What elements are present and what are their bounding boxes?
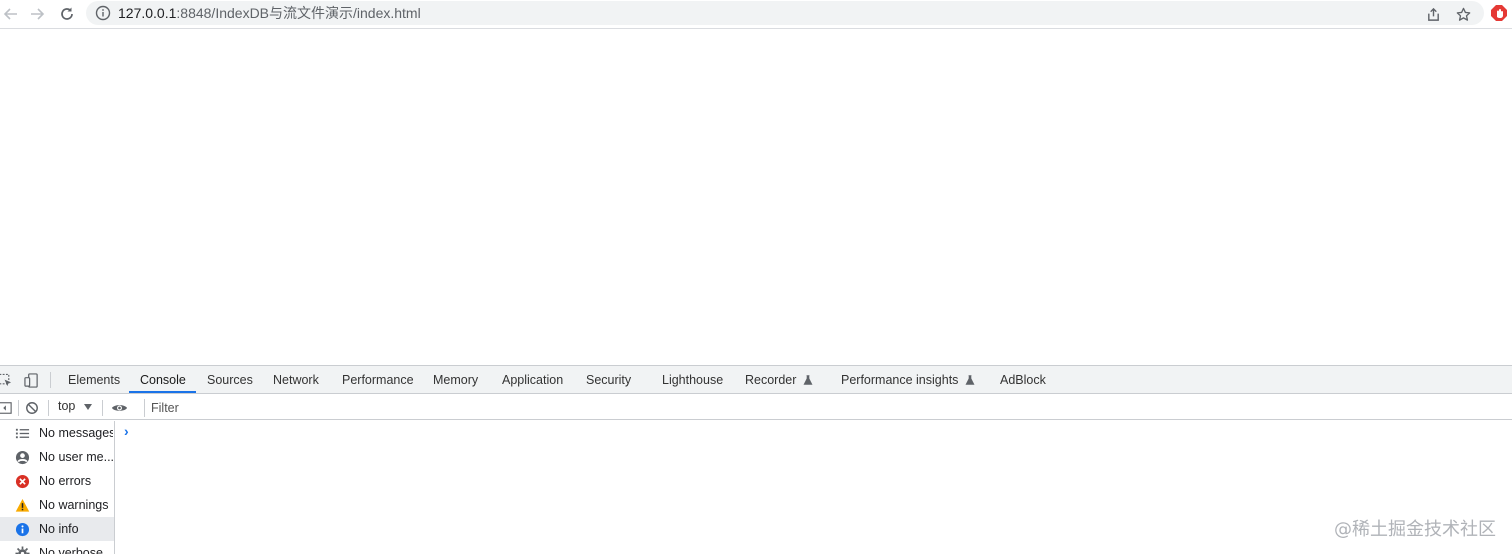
sidebar-item-label: No warnings <box>39 498 109 512</box>
share-button[interactable] <box>1424 5 1442 23</box>
sidebar-item-label: No user me... <box>39 450 113 464</box>
toolbar-divider <box>102 400 103 416</box>
error-icon <box>14 473 30 489</box>
tab-console[interactable]: Console <box>140 366 186 394</box>
tab-performance-insights-label: Performance insights <box>841 373 959 387</box>
tab-application[interactable]: Application <box>502 366 563 394</box>
toolbar-divider <box>50 372 51 388</box>
filter-input[interactable] <box>144 399 1512 417</box>
experimental-flask-icon <box>965 375 975 385</box>
tab-memory[interactable]: Memory <box>433 366 478 394</box>
tab-performance[interactable]: Performance <box>342 366 414 394</box>
tab-recorder-label: Recorder <box>745 373 797 387</box>
live-expression-button[interactable] <box>110 399 128 417</box>
toolbar-divider <box>48 400 49 416</box>
info-icon <box>14 521 30 537</box>
execution-context-select[interactable]: top <box>58 399 75 413</box>
arrow-right-icon <box>31 8 45 20</box>
list-icon <box>14 425 30 441</box>
share-icon <box>1427 7 1439 21</box>
devtools-tab-bar: Elements Console Sources Network Perform… <box>0 366 1512 394</box>
sidebar-item-messages[interactable]: No messages <box>0 421 114 445</box>
console-output[interactable]: › <box>116 421 1512 554</box>
gear-icon <box>14 545 30 554</box>
console-sidebar: No messages No user me... No errors No w… <box>0 421 115 554</box>
experimental-flask-icon <box>803 375 813 385</box>
tab-elements[interactable]: Elements <box>68 366 120 394</box>
cursor-select-icon <box>0 373 11 386</box>
site-info-icon[interactable] <box>95 5 111 21</box>
tab-sources[interactable]: Sources <box>207 366 253 394</box>
active-tab-indicator <box>129 391 196 393</box>
back-button[interactable] <box>0 3 22 25</box>
url-text: 127.0.0.1:8848/IndexDB与流文件演示/index.html <box>118 5 421 21</box>
inspect-element-button[interactable] <box>0 371 14 389</box>
toolbar-divider <box>18 400 19 416</box>
block-icon <box>26 402 38 414</box>
sidebar-item-label: No info <box>39 522 79 536</box>
tab-adblock[interactable]: AdBlock <box>1000 366 1046 394</box>
tab-recorder[interactable]: Recorder <box>745 366 813 394</box>
warning-icon <box>14 497 30 513</box>
sidebar-item-user-messages[interactable]: No user me... <box>0 445 114 469</box>
device-toolbar-button[interactable] <box>22 371 40 389</box>
clear-console-button[interactable] <box>23 399 41 417</box>
sidebar-item-verbose[interactable]: No verbose <box>0 541 114 554</box>
user-icon <box>14 449 30 465</box>
sidebar-item-label: No verbose <box>39 546 103 554</box>
toggle-sidebar-button[interactable] <box>0 399 14 417</box>
forward-button[interactable] <box>26 3 48 25</box>
tab-performance-insights[interactable]: Performance insights <box>841 366 975 394</box>
tab-network[interactable]: Network <box>273 366 319 394</box>
url-path: :8848/IndexDB与流文件演示/index.html <box>176 5 421 21</box>
sidebar-item-warnings[interactable]: No warnings <box>0 493 114 517</box>
sidebar-toggle-icon <box>0 402 12 414</box>
eye-icon <box>111 405 127 411</box>
chevron-down-icon <box>84 404 92 410</box>
bookmark-button[interactable] <box>1454 5 1472 23</box>
adblock-extension-icon[interactable] <box>1490 4 1508 22</box>
tab-lighthouse[interactable]: Lighthouse <box>662 366 723 394</box>
page-viewport <box>0 29 1512 365</box>
device-icon <box>23 372 38 388</box>
reload-icon <box>61 7 73 20</box>
sidebar-item-info[interactable]: No info <box>0 517 114 541</box>
arrow-left-icon <box>3 8 17 20</box>
sidebar-item-errors[interactable]: No errors <box>0 469 114 493</box>
console-prompt[interactable]: › <box>124 423 129 439</box>
url-host: 127.0.0.1 <box>118 5 177 21</box>
console-toolbar: top <box>0 395 1512 420</box>
star-icon <box>1456 7 1470 21</box>
browser-toolbar: 127.0.0.1:8848/IndexDB与流文件演示/index.html <box>0 0 1512 29</box>
address-bar[interactable]: 127.0.0.1:8848/IndexDB与流文件演示/index.html <box>86 1 1484 25</box>
devtools-panel: Elements Console Sources Network Perform… <box>0 365 1512 554</box>
reload-button[interactable] <box>56 3 78 25</box>
watermark: @稀土掘金技术社区 <box>1334 519 1496 540</box>
sidebar-item-label: No errors <box>39 474 92 488</box>
sidebar-item-label: No messages <box>39 426 113 440</box>
tab-security[interactable]: Security <box>586 366 631 394</box>
